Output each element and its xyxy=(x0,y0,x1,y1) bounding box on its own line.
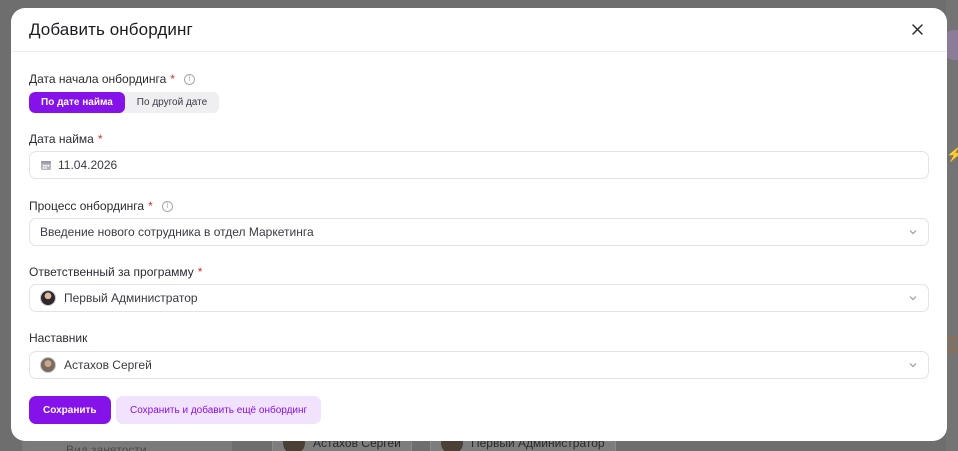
mentor-value: Астахов Сергей xyxy=(64,358,152,372)
hire-date-label: Дата найма * xyxy=(29,132,103,146)
required-mark: * xyxy=(97,132,103,146)
start-date-label-text: Дата начала онбординга xyxy=(29,72,167,86)
start-date-toggle: По дате найма По другой дате xyxy=(29,92,220,113)
background-panel xyxy=(946,0,958,451)
responsible-value: Первый Администратор xyxy=(64,291,198,305)
process-label: Процесс онбординга * i xyxy=(29,199,173,213)
activity-icon: ⚡ xyxy=(946,146,958,162)
responsible-label: Ответственный за программу * xyxy=(29,265,202,279)
option-other-date[interactable]: По другой дате xyxy=(125,92,219,113)
process-label-text: Процесс онбординга xyxy=(29,199,145,213)
modal-header: Добавить онбординг xyxy=(11,8,947,52)
avatar xyxy=(40,290,56,306)
option-by-hire-date[interactable]: По дате найма xyxy=(29,92,125,113)
calendar-icon xyxy=(41,161,51,170)
avatar xyxy=(40,357,56,373)
start-date-label: Дата начала онбординга * i xyxy=(29,72,195,86)
process-select[interactable]: Введение нового сотрудника в отдел Марке… xyxy=(29,218,929,246)
info-icon[interactable]: i xyxy=(161,200,173,212)
info-icon[interactable]: i xyxy=(183,73,195,85)
chevron-down-icon xyxy=(909,296,917,301)
process-value: Введение нового сотрудника в отдел Марке… xyxy=(40,225,314,239)
required-mark: * xyxy=(170,72,175,86)
hire-date-input[interactable]: 11.04.2026 xyxy=(29,151,929,179)
close-icon xyxy=(911,24,923,35)
responsible-select[interactable]: Первый Администратор xyxy=(29,284,929,312)
mentor-label-text: Наставник xyxy=(29,331,88,345)
close-button[interactable] xyxy=(905,18,929,42)
hire-date-value: 11.04.2026 xyxy=(58,158,118,172)
save-and-add-button[interactable]: Сохранить и добавить ещё онбординг xyxy=(116,396,322,424)
mentor-label: Наставник xyxy=(29,331,87,345)
background-sidebar-label: Вид занятости xyxy=(66,443,147,451)
required-mark: * xyxy=(197,265,203,279)
responsible-label-text: Ответственный за программу xyxy=(29,265,194,279)
modal-title: Добавить онбординг xyxy=(29,19,193,39)
chevron-down-icon xyxy=(909,363,917,368)
hire-date-label-text: Дата найма xyxy=(29,132,94,146)
background-badge: 00 00 xyxy=(946,335,958,356)
chevron-down-icon xyxy=(909,230,917,235)
mentor-select[interactable]: Астахов Сергей xyxy=(29,351,929,379)
required-mark: * xyxy=(148,199,153,213)
add-onboarding-modal: Добавить онбординг Дата начала онбординг… xyxy=(11,8,947,441)
save-button[interactable]: Сохранить xyxy=(29,396,111,424)
